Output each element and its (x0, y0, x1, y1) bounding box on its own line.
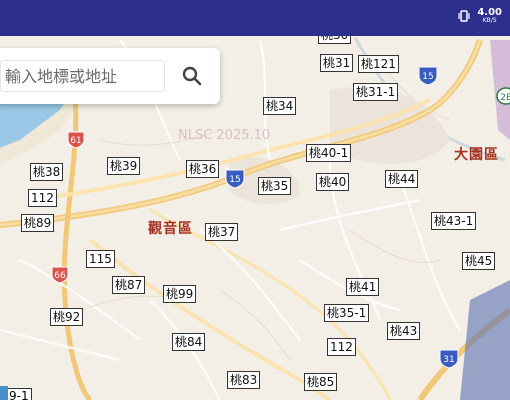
road-label: 桃35 (258, 177, 292, 195)
highway-shield-31: 31 (439, 349, 459, 369)
vibrate-icon (458, 10, 470, 22)
highway-shield-15: 15 (418, 66, 438, 86)
road-label: 桃43-1 (431, 212, 477, 230)
highway-shield-2e: 2E (496, 87, 510, 105)
road-label: 桃84 (172, 333, 206, 351)
road-label: 桃40-1 (306, 144, 352, 162)
road-label: 112 (28, 189, 57, 207)
road-label: 桃83 (227, 371, 261, 389)
district-label-guanyin: 觀音區 (148, 221, 193, 237)
road-label: 桃44 (385, 170, 419, 188)
speed-unit: KB/S (482, 17, 497, 24)
search-icon (182, 66, 202, 86)
svg-text:15: 15 (229, 175, 240, 185)
search-panel (0, 48, 220, 104)
road-label: 桃34 (263, 97, 297, 115)
road-label: 桃92 (50, 308, 84, 326)
road-label: 115 (86, 250, 115, 268)
road-label: 桃37 (205, 223, 239, 241)
road-label: 桃31-1 (353, 83, 399, 101)
road-label: 桃85 (304, 373, 338, 391)
svg-text:31: 31 (443, 355, 454, 365)
road-label: 9-1 (6, 388, 32, 400)
road-label: 桃43 (387, 322, 421, 340)
svg-text:15: 15 (422, 72, 433, 82)
highway-shield-61: 61 (67, 131, 85, 149)
search-input[interactable] (0, 60, 165, 92)
network-speed: 4.00 KB/S (477, 8, 502, 24)
highway-shield-15: 15 (225, 169, 245, 189)
road-label: 桃87 (112, 276, 146, 294)
svg-text:2E: 2E (500, 93, 510, 103)
road-label: 桃121 (358, 55, 399, 73)
road-label: 桃45 (462, 252, 496, 270)
road-label: 桃30 (318, 36, 352, 44)
road-label: 桃89 (21, 214, 55, 232)
highway-shield-66: 66 (51, 266, 69, 284)
search-button[interactable] (172, 60, 212, 92)
road-label: 桃38 (30, 163, 64, 181)
map-watermark: NLSC 2025.10 (178, 128, 271, 143)
svg-text:61: 61 (70, 136, 81, 146)
district-label-dayuan: 大園區 (454, 147, 499, 163)
road-label: 桃99 (163, 285, 197, 303)
road-label: 桃36 (186, 160, 220, 178)
road-label: 桃31 (320, 54, 354, 72)
status-icons: 4.00 KB/S (457, 8, 502, 24)
status-bar: 4.00 KB/S (0, 0, 510, 36)
road-label: 桃41 (346, 278, 380, 296)
svg-text:66: 66 (54, 271, 66, 281)
road-label: 112 (327, 338, 356, 356)
road-label: 桃35-1 (324, 304, 370, 322)
road-label: 桃40 (316, 173, 350, 191)
road-label: 桃39 (107, 157, 141, 175)
map-edge-marker (0, 386, 8, 400)
